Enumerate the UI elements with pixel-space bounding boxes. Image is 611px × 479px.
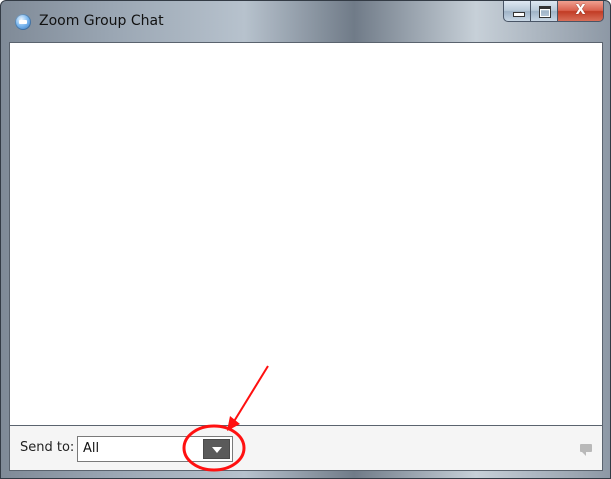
close-button[interactable]: X [557, 1, 604, 22]
zoom-group-chat-window: Zoom Group Chat X Send to: All [0, 0, 611, 479]
dropdown-arrow-icon [212, 447, 222, 453]
recipient-value: All [83, 441, 100, 456]
chat-message-area[interactable] [9, 42, 603, 426]
send-to-label: Send to: [20, 440, 75, 455]
chat-input-bar: Send to: All [9, 426, 603, 471]
minimize-button[interactable] [503, 1, 531, 22]
window-title: Zoom Group Chat [39, 13, 164, 29]
minimize-icon [513, 12, 525, 17]
maximize-icon [539, 6, 551, 18]
recipient-select[interactable]: All [77, 436, 233, 462]
send-message-icon[interactable] [580, 444, 592, 456]
close-icon: X [575, 3, 586, 18]
window-controls: X [503, 1, 604, 23]
recipient-dropdown-button[interactable] [203, 439, 230, 459]
window-titlebar[interactable]: Zoom Group Chat X [1, 1, 610, 41]
zoom-logo-icon [15, 14, 31, 30]
message-input[interactable] [240, 436, 594, 464]
maximize-button[interactable] [530, 1, 558, 22]
